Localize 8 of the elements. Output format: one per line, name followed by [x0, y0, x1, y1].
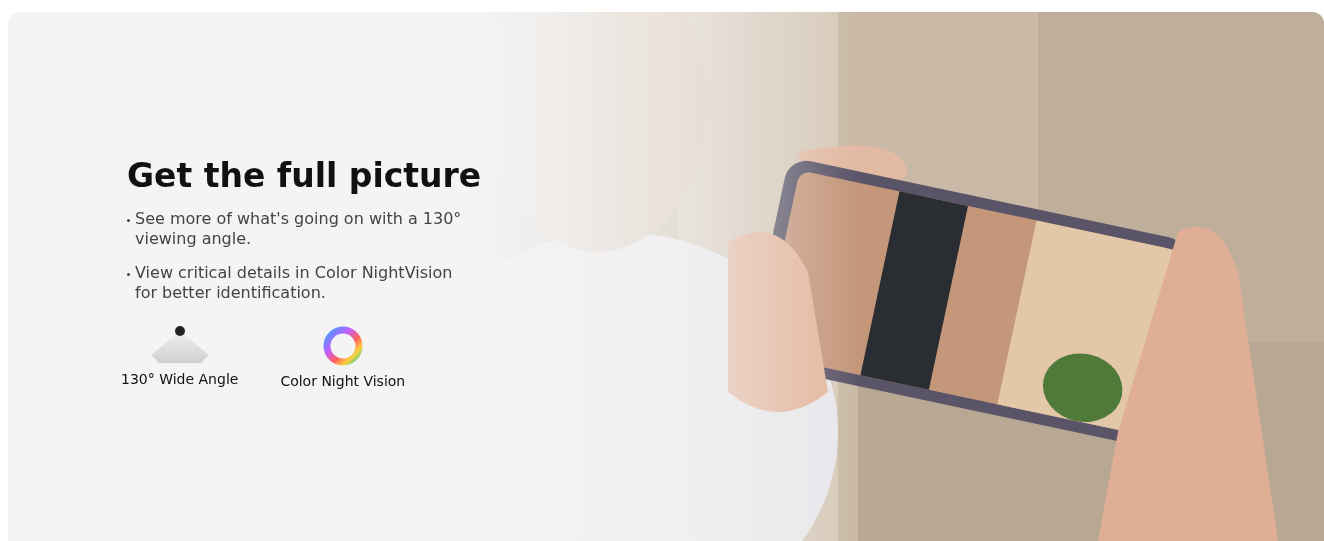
bullet-icon: [127, 219, 130, 222]
feature-label: Color Night Vision: [280, 373, 406, 389]
color-ring-icon: [321, 325, 364, 367]
heading: Get the full picture: [127, 156, 482, 195]
feature-description: View critical details in Color NightVision for better identification.: [135, 263, 454, 303]
feature-description: See more of what's going on with a 130° viewing angle.: [135, 209, 463, 249]
feature-label: 130° Wide Angle: [121, 371, 239, 387]
bullet-icon: [127, 273, 130, 276]
